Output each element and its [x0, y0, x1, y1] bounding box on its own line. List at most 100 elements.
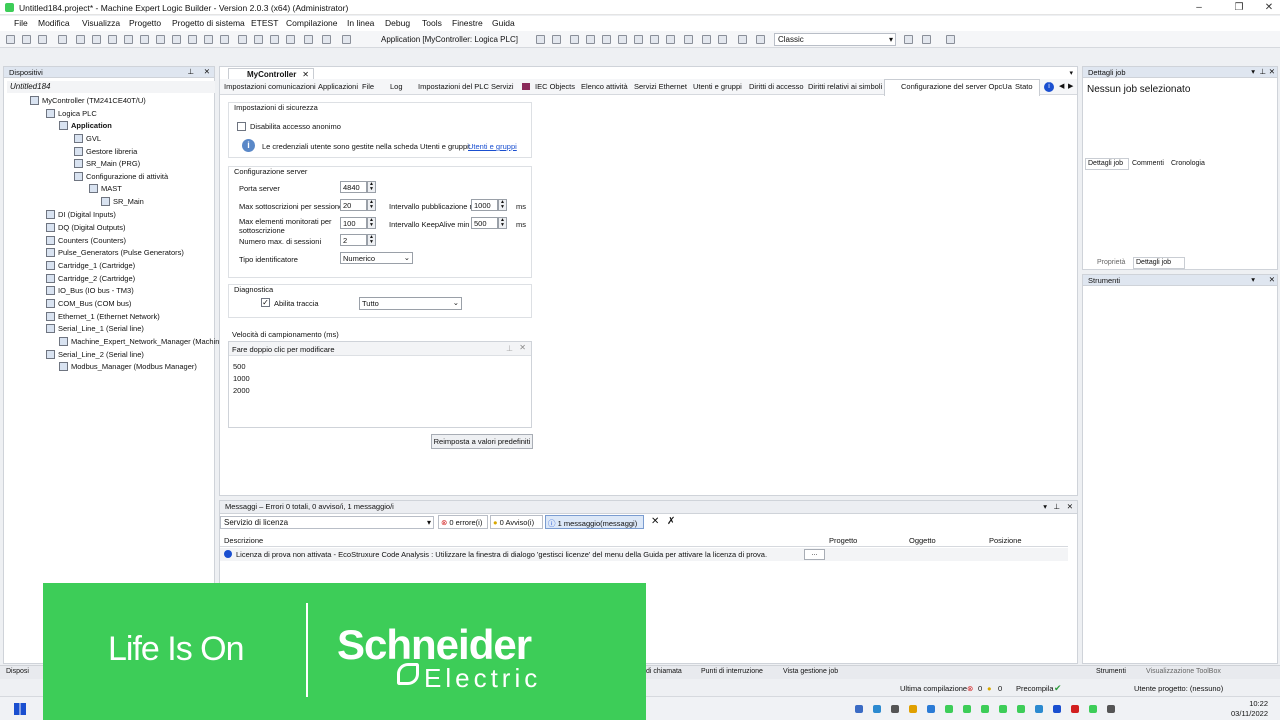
col-oggetto[interactable]: Oggetto [909, 536, 936, 545]
tree-item[interactable]: Pulse_Generators (Pulse Generators) [46, 248, 184, 257]
tray-icon[interactable] [873, 705, 881, 713]
list-item[interactable]: 1000 [233, 374, 250, 383]
dropdown-icon[interactable]: ▾ [1251, 67, 1255, 76]
tree-item[interactable]: COM_Bus (COM bus) [46, 299, 131, 308]
max-subs-stepper[interactable]: ▲ ▼ [367, 199, 376, 211]
tree-item[interactable]: Gestore libreria [74, 147, 137, 156]
find-replace-icon[interactable] [188, 35, 197, 44]
tree-item[interactable]: MAST [89, 184, 122, 193]
bookmark-icon[interactable] [238, 35, 247, 44]
tab-dispositivi-bottom[interactable]: Disposi [6, 668, 29, 675]
tab-impostazioni-comunicazioni[interactable]: Impostazioni comunicazioni [224, 82, 316, 91]
tab-servizi[interactable]: Servizi [491, 82, 514, 91]
tree-item[interactable]: GVL [74, 134, 101, 143]
step-over-icon[interactable] [634, 35, 643, 44]
tab-applicazioni[interactable]: Applicazioni [318, 82, 358, 91]
print-icon[interactable] [58, 35, 67, 44]
tab-iec-objects[interactable]: IEC Objects [535, 82, 575, 91]
tree-item[interactable]: DQ (Digital Outputs) [46, 223, 126, 232]
tab-comments[interactable]: Commenti [1132, 160, 1164, 167]
paste-icon[interactable] [140, 35, 149, 44]
port-input[interactable]: 4840 [340, 181, 367, 193]
max-sessions-stepper[interactable]: ▲ ▼ [367, 234, 376, 246]
layout-select[interactable]: Classic ▾ [774, 33, 896, 46]
run-to-cursor-icon[interactable] [684, 35, 693, 44]
menu-modifica[interactable]: Modifica [38, 18, 70, 28]
close-panel-icon[interactable]: ✕ [1269, 275, 1275, 284]
tree-item[interactable]: Modbus_Manager (Modbus Manager) [59, 362, 197, 371]
cut-icon[interactable] [108, 35, 117, 44]
pin-icon[interactable]: ⊥ [187, 67, 194, 76]
tray-icon[interactable] [1035, 705, 1043, 713]
windows-start-icon[interactable] [14, 703, 26, 715]
list-item[interactable]: 2000 [233, 386, 250, 395]
tab-job-details-bottom[interactable]: Dettagli job [1133, 257, 1185, 269]
sampling-list[interactable]: Fare doppio clic per modificare ⊥ ✕ 500 … [228, 341, 532, 428]
reset-icon[interactable] [602, 35, 611, 44]
save-icon[interactable] [38, 35, 47, 44]
tree-item[interactable]: Serial_Line_1 (Serial line) [46, 324, 144, 333]
active-application[interactable]: Application [MyController: Logica PLC] [381, 35, 518, 44]
find-prev-icon[interactable] [220, 35, 229, 44]
tab-job-details[interactable]: Dettagli job [1085, 158, 1129, 170]
find-next-icon[interactable] [204, 35, 213, 44]
col-descrizione[interactable]: Descrizione [224, 536, 263, 545]
tree-item[interactable]: SR_Main [101, 197, 144, 206]
tray-icon[interactable] [1107, 705, 1115, 713]
menu-finestre[interactable]: Finestre [452, 18, 483, 28]
max-subs-input[interactable]: 20 [340, 199, 367, 211]
users-groups-link[interactable]: Utenti e gruppi [468, 142, 517, 151]
col-posizione[interactable]: Posizione [989, 536, 1022, 545]
new-icon[interactable] [6, 35, 15, 44]
tray-icon[interactable] [891, 705, 899, 713]
max-sessions-input[interactable]: 2 [340, 234, 367, 246]
refresh-icon[interactable] [904, 35, 913, 44]
tab-impostazioni-plc[interactable]: Impostazioni del PLC [418, 82, 489, 91]
tab-servizi-ethernet[interactable]: Servizi Ethernet [634, 82, 687, 91]
user-icon[interactable] [922, 35, 931, 44]
logout-icon[interactable] [552, 35, 561, 44]
project-row[interactable]: Untitled184 [7, 81, 215, 93]
tab-elenco-attivita[interactable]: Elenco attività [581, 82, 628, 91]
tray-icon[interactable] [1017, 705, 1025, 713]
keepalive-input[interactable]: 500 [471, 217, 498, 229]
pin-icon[interactable]: ⊥ [1259, 67, 1266, 76]
step-out-icon[interactable] [666, 35, 675, 44]
close-panel-icon[interactable]: ✕ [1269, 67, 1275, 76]
pin-icon[interactable]: ⊥ [506, 344, 513, 353]
tab-properties[interactable]: Proprietà [1097, 259, 1125, 266]
tray-icon[interactable] [927, 705, 935, 713]
monitored-input[interactable]: 100 [340, 217, 367, 229]
tree-item[interactable]: Ethernet_1 (Ethernet Network) [46, 312, 160, 321]
tray-icon[interactable] [981, 705, 989, 713]
find-icon[interactable] [172, 35, 181, 44]
menu-debug[interactable]: Debug [385, 18, 410, 28]
menu-visualizza[interactable]: Visualizza [82, 18, 120, 28]
close-tab-icon[interactable]: ✕ [302, 70, 309, 79]
trace-level-select[interactable]: Tutto ⌄ [359, 297, 462, 310]
delete-icon[interactable] [156, 35, 165, 44]
device-icon[interactable] [304, 35, 313, 44]
undo-icon[interactable] [76, 35, 85, 44]
dropdown-icon[interactable]: ▾ [1043, 502, 1047, 511]
step-into-icon[interactable] [650, 35, 659, 44]
col-progetto[interactable]: Progetto [829, 536, 857, 545]
breakpoint-icon[interactable] [618, 35, 627, 44]
close-icon[interactable]: ✕ [519, 343, 526, 352]
export-icon[interactable] [342, 35, 351, 44]
port-stepper[interactable]: ▲ ▼ [367, 181, 376, 193]
tree-item[interactable]: Cartridge_1 (Cartridge) [46, 261, 135, 270]
close-panel-icon[interactable]: ✕ [1067, 502, 1073, 511]
layout-icon[interactable] [756, 35, 765, 44]
menu-tools[interactable]: Tools [422, 18, 442, 28]
warnings-filter-button[interactable]: ● 0 Avviso(i) [490, 515, 543, 529]
scroll-left-icon[interactable]: ◀ [1059, 82, 1064, 90]
menu-progetto-sistema[interactable]: Progetto di sistema [172, 18, 245, 28]
dropdown-icon[interactable]: ▾ [1251, 275, 1255, 284]
add-object-icon[interactable] [322, 35, 331, 44]
maximize-icon[interactable]: ❐ [1231, 2, 1247, 13]
info-icon[interactable]: i [1044, 82, 1054, 92]
clear-all-icon[interactable]: ✗ [667, 516, 675, 527]
details-button[interactable]: ... [804, 549, 825, 560]
tray-icon[interactable] [1071, 705, 1079, 713]
